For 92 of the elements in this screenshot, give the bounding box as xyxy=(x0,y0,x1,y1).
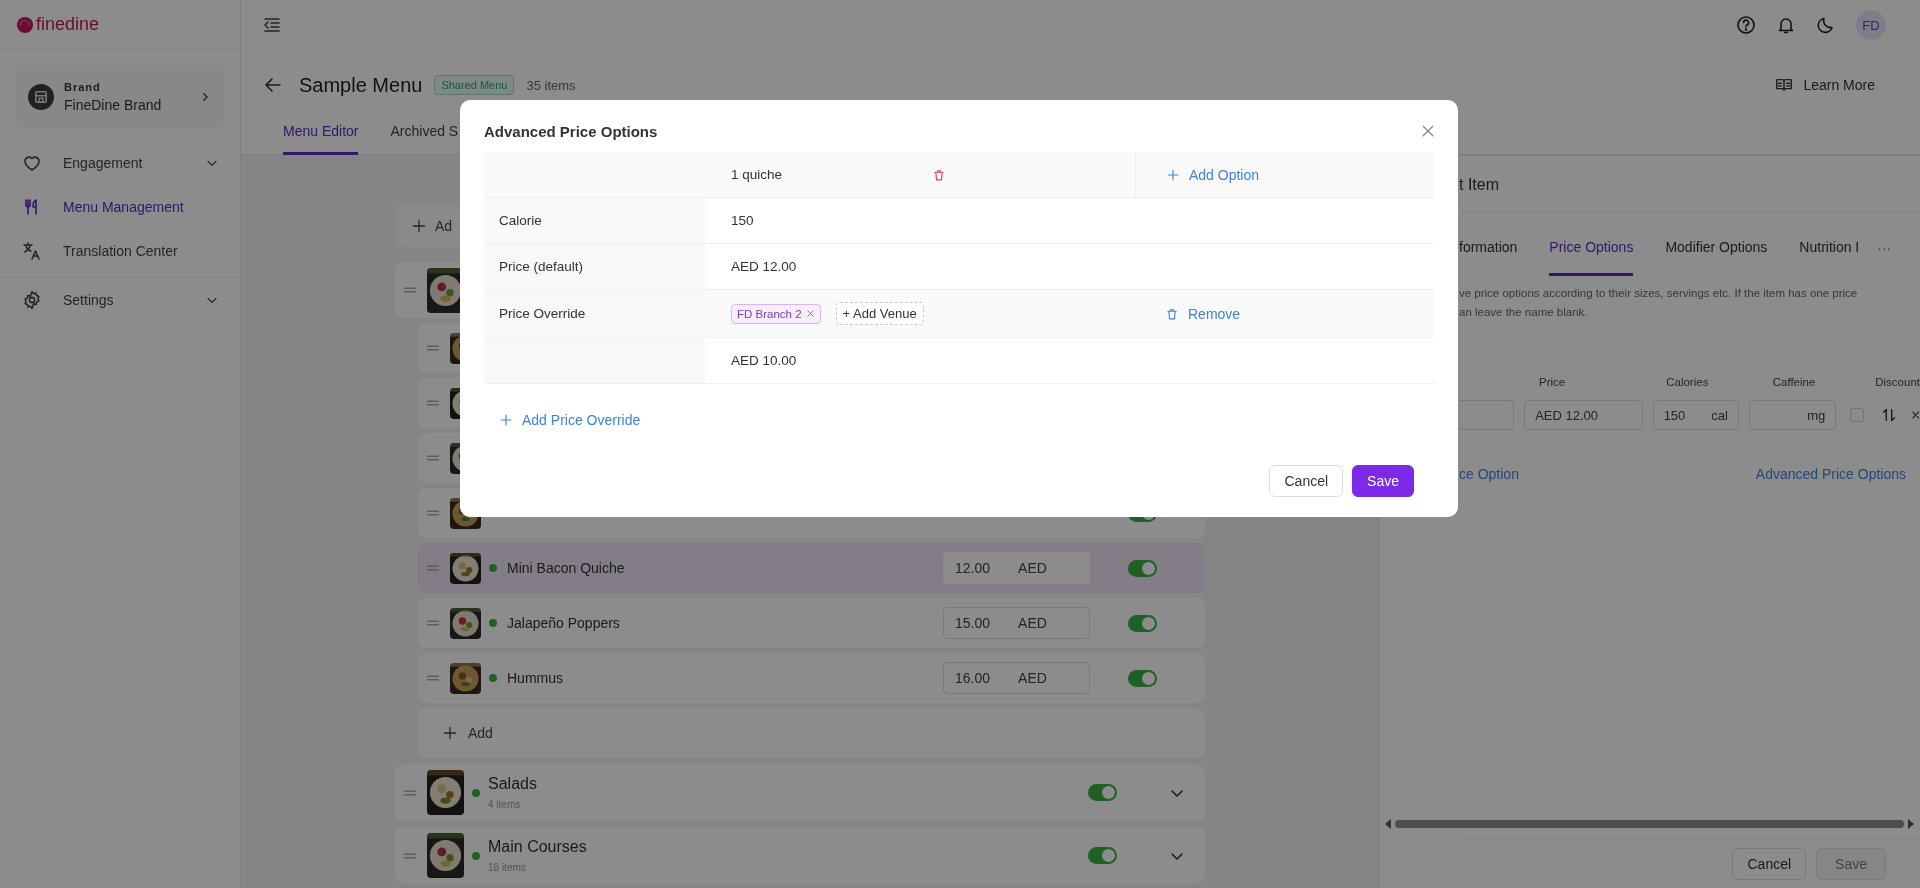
logo-icon xyxy=(16,15,34,34)
moon-icon[interactable] xyxy=(1816,15,1836,35)
store-icon xyxy=(28,84,54,110)
row-label: Price (default) xyxy=(484,244,705,289)
price-field[interactable]: AED 12.00 xyxy=(1524,400,1643,430)
item-row[interactable]: Mini Bacon Quiche 12.00 AED xyxy=(418,543,1205,593)
settings-icon xyxy=(22,290,42,310)
add-label: Ad xyxy=(435,218,453,234)
nav-label: Engagement xyxy=(63,155,144,171)
column-header: Calories xyxy=(1666,376,1710,388)
tab[interactable]: Nutrition I xyxy=(1799,220,1860,276)
nav-item[interactable]: Translation Center xyxy=(0,229,240,273)
modal-title: Advanced Price Options xyxy=(484,122,658,140)
discount-checkbox[interactable] xyxy=(1850,408,1864,422)
nav-label: Translation Center xyxy=(63,243,179,259)
item-row[interactable]: Hummus 16.00 AED xyxy=(418,653,1205,703)
brand-label: Brand xyxy=(64,81,102,93)
add-price-override-link[interactable]: Add Price Override xyxy=(499,412,641,428)
scrollbar[interactable] xyxy=(1385,818,1914,830)
plus-icon xyxy=(1166,167,1180,182)
tab[interactable]: Archived S xyxy=(390,110,459,155)
item-name: Hummus xyxy=(507,670,563,686)
option-name: 1 quiche xyxy=(731,167,783,182)
advanced-price-options-link[interactable]: Advanced Price Options xyxy=(1755,466,1906,482)
bell-icon[interactable] xyxy=(1776,15,1796,35)
menu-icon[interactable] xyxy=(262,15,282,35)
plus-icon xyxy=(442,725,458,741)
panel-title: t Item xyxy=(1459,156,1920,212)
nav-item[interactable]: Engagement xyxy=(0,141,240,185)
plus-icon xyxy=(499,413,513,427)
category-name: Salads xyxy=(488,775,537,793)
brand-selector[interactable]: Brand FineDine Brand xyxy=(16,65,224,129)
sort-icon[interactable] xyxy=(1880,406,1898,424)
item-name: Jalapeño Poppers xyxy=(507,615,620,631)
row-value: AED 12.00 xyxy=(730,258,798,276)
row-label: Calorie xyxy=(484,198,705,243)
nav-label: Settings xyxy=(63,292,115,308)
book-icon xyxy=(1775,76,1794,94)
help-icon[interactable] xyxy=(1736,15,1756,35)
page-title: Sample Menu xyxy=(299,73,423,97)
toggle-switch[interactable] xyxy=(1128,614,1157,632)
nav-label: Menu Management xyxy=(63,199,185,215)
close-icon[interactable] xyxy=(1420,123,1436,139)
brand-name: FineDine Brand xyxy=(64,97,163,113)
cancel-button[interactable]: Cancel xyxy=(1269,465,1344,497)
price-field[interactable]: 15.00 AED xyxy=(943,607,1090,639)
tab[interactable]: formation xyxy=(1459,220,1518,276)
plus-icon xyxy=(411,218,427,234)
logo-text: finedine xyxy=(36,14,100,35)
row-value: 150 xyxy=(730,212,755,230)
add-label: Add xyxy=(468,725,493,741)
trash-icon xyxy=(1165,306,1179,321)
caffeine-field[interactable]: mg xyxy=(1749,400,1837,430)
learn-more-link[interactable]: Learn More xyxy=(1775,76,1875,94)
item-name: Mini Bacon Quiche xyxy=(507,560,625,576)
avatar[interactable]: FD xyxy=(1856,10,1886,40)
row-value: AED 10.00 xyxy=(730,352,798,370)
name-field[interactable] xyxy=(1459,400,1515,430)
tab[interactable]: Modifier Options xyxy=(1665,220,1768,276)
item-count: 35 items xyxy=(526,77,576,93)
item-row[interactable]: Jalapeño Poppers 15.00 AED xyxy=(418,598,1205,648)
toggle-switch[interactable] xyxy=(1128,559,1157,577)
column-header: Price xyxy=(1539,376,1567,388)
add-button[interactable]: Add xyxy=(418,708,1205,758)
add-option-link[interactable]: Add Option xyxy=(1166,166,1260,183)
price-field[interactable]: 12.00 AED xyxy=(943,552,1090,584)
shared-badge: Shared Menu xyxy=(434,75,515,95)
calories-field[interactable]: 150 cal xyxy=(1652,400,1739,430)
nav-item[interactable]: Settings xyxy=(0,278,240,322)
toggle-switch[interactable] xyxy=(1088,784,1117,801)
category-name: Main Courses xyxy=(488,838,587,856)
nav-item[interactable]: Menu Management xyxy=(0,185,240,229)
column-header: Discount xyxy=(1875,376,1920,388)
price-field[interactable]: 16.00 AED xyxy=(943,662,1090,694)
translate-icon xyxy=(22,241,42,261)
venue-tag[interactable]: FD Branch 2 xyxy=(731,303,821,324)
add-option-link[interactable]: ce Option xyxy=(1459,466,1519,482)
tab[interactable]: Price Options xyxy=(1549,220,1634,276)
toggle-switch[interactable] xyxy=(1128,669,1157,687)
description-text: ve price options according to their sizes, servings etc. If the item has one price an leave the name blank. xyxy=(1459,286,1859,320)
column-header: Caffeine xyxy=(1772,376,1817,388)
learn-more-text: Learn More xyxy=(1803,77,1875,93)
cancel-button[interactable]: Cancel xyxy=(1732,847,1807,880)
remove-link[interactable]: Remove xyxy=(1165,305,1241,322)
toggle-switch[interactable] xyxy=(1088,847,1117,864)
add-venue-button[interactable]: + Add Venue xyxy=(835,302,924,325)
save-button[interactable]: Save xyxy=(1352,465,1414,497)
more-button[interactable]: ··· xyxy=(1877,220,1892,276)
trash-icon[interactable] xyxy=(932,167,947,182)
heart-icon xyxy=(22,153,42,173)
back-arrow-icon[interactable] xyxy=(263,75,283,95)
remove-icon xyxy=(805,309,815,318)
